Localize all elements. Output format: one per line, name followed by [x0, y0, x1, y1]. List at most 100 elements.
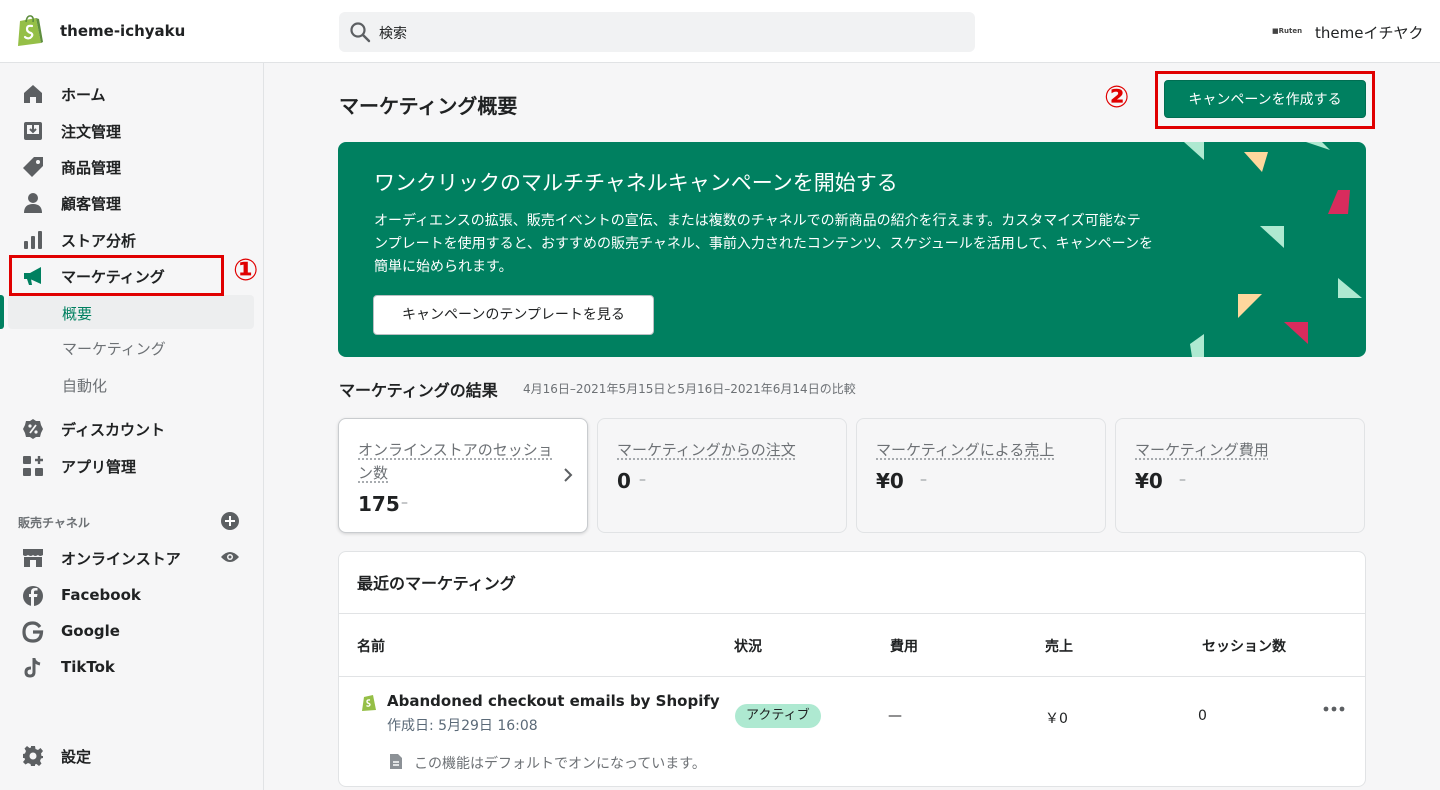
google-icon — [22, 621, 44, 643]
sidebar-item-label: 設定 — [61, 748, 92, 766]
status-badge: アクティブ — [735, 704, 821, 728]
stat-value: 0 — [617, 469, 631, 493]
sidebar-item-label: ホーム — [61, 86, 106, 104]
stat-label: オンラインストアのセッション数 — [358, 441, 553, 482]
account-name[interactable]: themeイチヤク — [1315, 22, 1423, 43]
sessions-cell: 0 — [1198, 708, 1207, 724]
apps-icon — [23, 456, 43, 476]
stat-value: ¥0 — [876, 469, 904, 493]
sidebar-item-label: Facebook — [61, 586, 141, 604]
sidebar-item-discounts[interactable]: ディスカウント — [0, 411, 264, 445]
active-indicator — [0, 295, 4, 329]
sidebar-item-home[interactable]: ホーム — [0, 76, 264, 110]
sidebar-item-label: 顧客管理 — [61, 195, 122, 213]
account-logo[interactable]: ■Ruten — [1272, 27, 1306, 37]
results-heading: マーケティングの結果 — [339, 381, 498, 400]
stat-change: – — [1179, 472, 1186, 488]
stat-change: – — [920, 472, 927, 488]
column-header-status: 状況 — [734, 639, 762, 655]
sidebar-item-label: オンラインストア — [61, 550, 181, 568]
annotation-number-two: ② — [1104, 80, 1130, 115]
shopify-bag-icon — [362, 695, 376, 711]
sidebar-item-analytics[interactable]: ストア分析 — [0, 222, 264, 256]
recent-marketing-card: 最近のマーケティング 名前 状況 費用 売上 セッション数 Abandoned … — [338, 551, 1366, 787]
discount-icon — [23, 419, 43, 439]
chevron-right-icon[interactable] — [563, 468, 573, 482]
cost-cell: — — [888, 708, 902, 724]
column-header-sessions: セッション数 — [1202, 639, 1286, 655]
sidebar-item-label: Google — [61, 622, 120, 640]
stat-change: – — [401, 495, 408, 511]
sidebar-item-orders[interactable]: 注文管理 — [0, 113, 264, 147]
search-input[interactable]: 検索 — [339, 12, 975, 52]
results-subheading: 4月16日–2021年5月15日と5月16日–2021年6月14日の比較 — [523, 382, 856, 396]
tiktok-icon — [24, 658, 41, 678]
tag-icon — [23, 157, 43, 177]
stat-label: マーケティングからの注文 — [617, 441, 796, 459]
search-icon — [350, 22, 371, 43]
annotation-box-marketing — [9, 255, 224, 296]
sidebar: ホーム 注文管理 商品管理 顧客管理 ストア分析 マーケティング 概要 マーケテ… — [0, 63, 264, 790]
eye-icon[interactable] — [220, 550, 240, 564]
stat-card-spend[interactable]: マーケティング費用 ¥0 – — [1115, 418, 1365, 533]
sidebar-item-products[interactable]: 商品管理 — [0, 149, 264, 183]
sidebar-sub-overview[interactable]: 概要 — [8, 295, 254, 329]
divider — [339, 676, 1365, 677]
sidebar-item-settings[interactable]: 設定 — [0, 738, 264, 772]
shopify-logo-icon[interactable] — [14, 13, 46, 47]
sidebar-sub-label: 自動化 — [62, 377, 108, 395]
sidebar-item-customers[interactable]: 顧客管理 — [0, 185, 264, 219]
sidebar-sub-label: マーケティング — [62, 340, 166, 358]
campaign-created-date: 作成日: 5月29日 16:08 — [387, 718, 538, 734]
page-title: マーケティング概要 — [339, 94, 518, 118]
divider — [339, 613, 1365, 614]
column-header-sales: 売上 — [1045, 639, 1073, 655]
add-channel-icon[interactable] — [221, 512, 239, 530]
search-placeholder: 検索 — [379, 26, 407, 42]
sidebar-item-google[interactable]: Google — [0, 614, 264, 648]
banner-title: ワンクリックのマルチチャネルキャンペーンを開始する — [374, 171, 898, 195]
sidebar-sub-label: 概要 — [62, 305, 93, 323]
annotation-number-one: ① — [233, 253, 259, 288]
store-icon — [23, 549, 43, 567]
recent-marketing-title: 最近のマーケティング — [357, 574, 516, 593]
sidebar-item-label: TikTok — [61, 658, 115, 676]
banner-decoration — [1184, 142, 1362, 357]
stat-value: ¥0 — [1135, 469, 1163, 493]
account-logo-text: Ruten — [1278, 27, 1303, 35]
stat-card-sessions[interactable]: オンラインストアのセッション数 175 – — [338, 418, 588, 533]
stat-card-orders[interactable]: マーケティングからの注文 0 – — [597, 418, 847, 533]
stat-label: マーケティングによる売上 — [876, 441, 1055, 459]
home-icon — [24, 85, 42, 103]
sidebar-item-label: アプリ管理 — [61, 458, 137, 476]
campaign-banner: ワンクリックのマルチチャネルキャンペーンを開始する オーディエンスの拡張、販売イ… — [338, 142, 1366, 357]
store-name[interactable]: theme-ichyaku — [60, 22, 185, 40]
facebook-icon — [23, 586, 43, 606]
person-icon — [24, 193, 42, 213]
document-icon — [390, 754, 402, 769]
sidebar-item-label: 商品管理 — [61, 159, 122, 177]
sidebar-item-label: ディスカウント — [61, 421, 165, 439]
top-bar: theme-ichyaku 検索 ■Ruten themeイチヤク — [0, 0, 1440, 63]
more-actions-icon[interactable] — [1323, 704, 1345, 714]
bar-chart-icon — [24, 231, 42, 249]
sidebar-item-tiktok[interactable]: TikTok — [0, 650, 264, 684]
orders-icon — [24, 122, 42, 140]
sidebar-sub-automation[interactable]: 自動化 — [0, 367, 264, 401]
sidebar-item-label: 注文管理 — [61, 123, 122, 141]
default-feature-note: この機能はデフォルトでオンになっています。 — [414, 756, 706, 772]
sales-cell: ￥0 — [1045, 711, 1068, 727]
create-campaign-button[interactable]: キャンペーンを作成する — [1164, 80, 1366, 118]
gear-icon — [23, 746, 43, 766]
campaign-name-link[interactable]: Abandoned checkout emails by Shopify — [387, 692, 720, 710]
stat-change: – — [639, 472, 646, 488]
sidebar-sub-marketing[interactable]: マーケティング — [0, 330, 264, 364]
view-templates-button[interactable]: キャンペーンのテンプレートを見る — [373, 295, 654, 335]
sidebar-item-facebook[interactable]: Facebook — [0, 578, 264, 612]
column-header-name: 名前 — [357, 639, 385, 655]
stat-card-sales[interactable]: マーケティングによる売上 ¥0 – — [856, 418, 1106, 533]
banner-body: オーディエンスの拡張、販売イベントの宣伝、または複数のチャネルでの新商品の紹介を… — [374, 213, 1153, 275]
sidebar-item-apps[interactable]: アプリ管理 — [0, 448, 264, 482]
channels-heading: 販売チャネル — [18, 516, 90, 530]
column-header-cost: 費用 — [890, 639, 918, 655]
